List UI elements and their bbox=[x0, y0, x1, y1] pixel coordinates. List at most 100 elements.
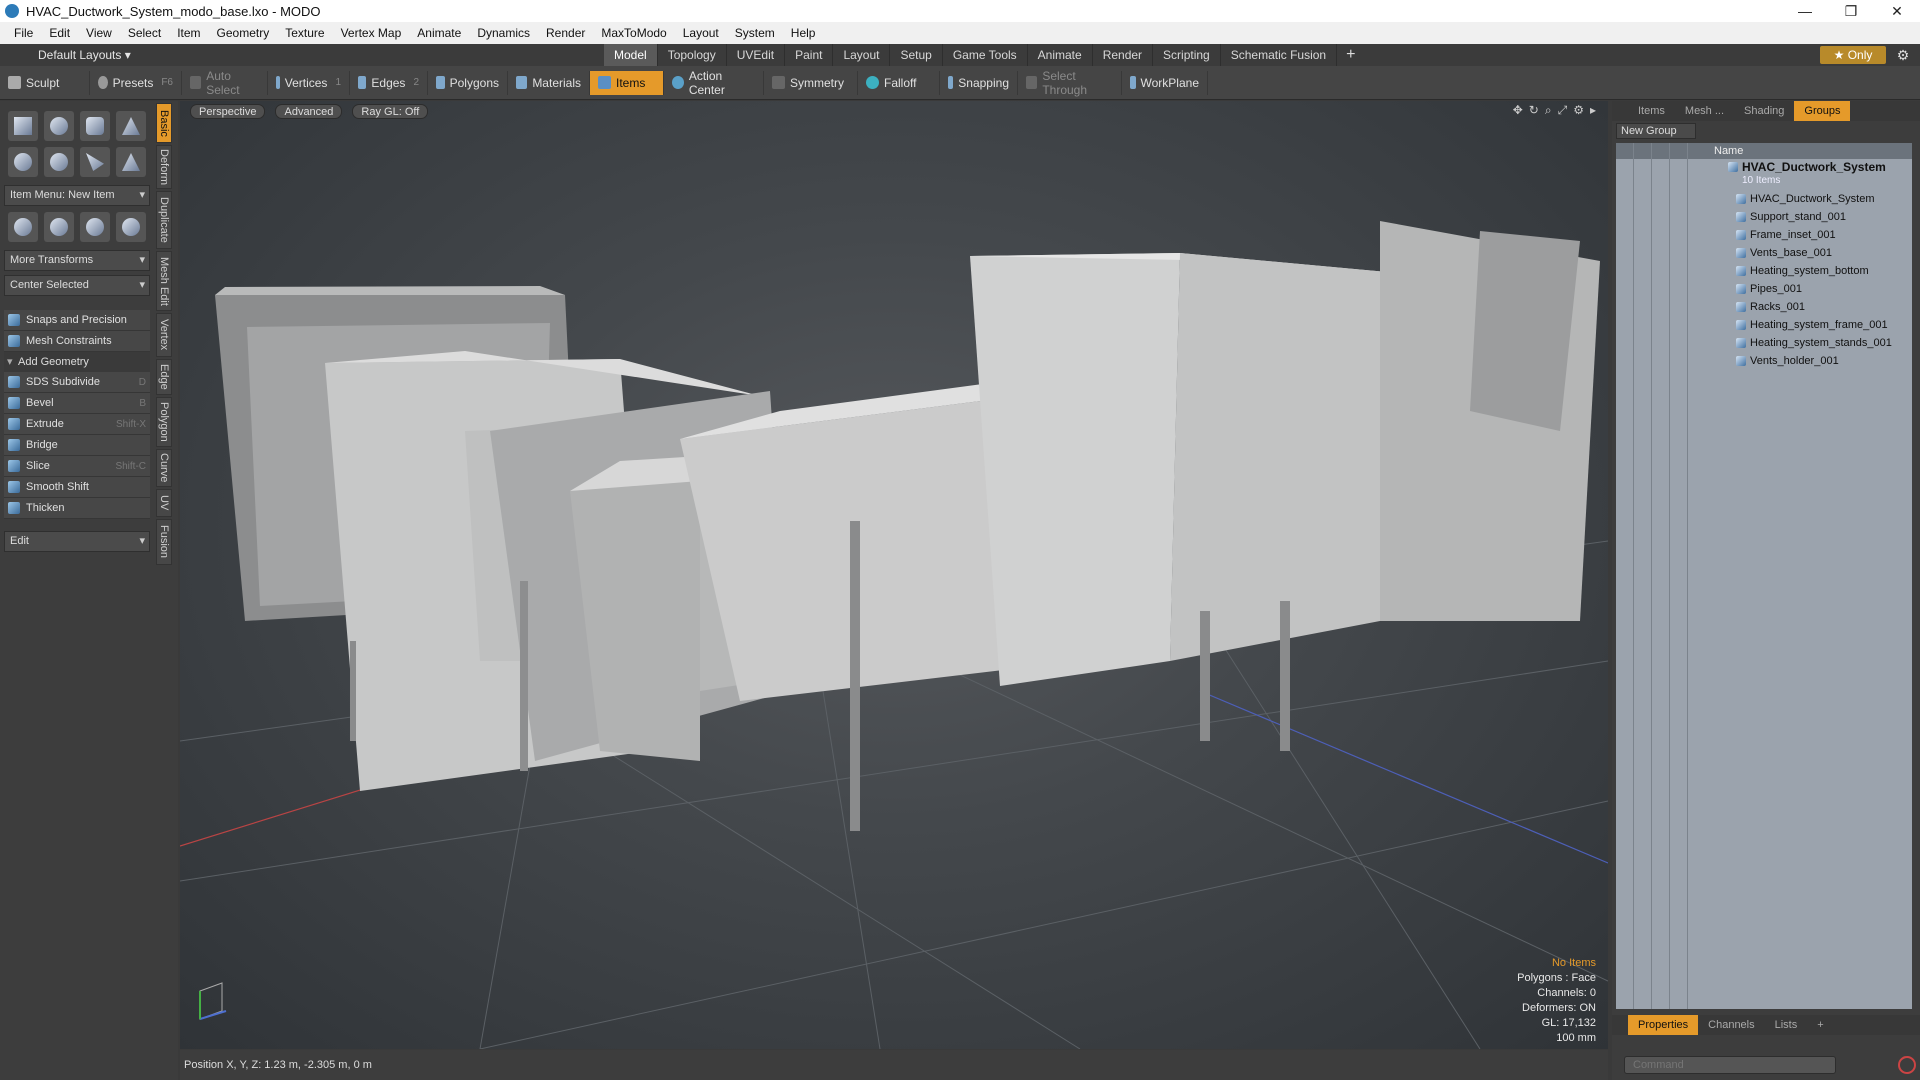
snaps-precision-row[interactable]: Snaps and Precision bbox=[4, 310, 150, 331]
group-item-1[interactable]: HVAC_Ductwork_System bbox=[1736, 191, 1875, 207]
menu-view[interactable]: View bbox=[78, 26, 120, 40]
cylinder-primitive-button[interactable] bbox=[80, 111, 110, 141]
sphere-primitive-button[interactable] bbox=[44, 111, 74, 141]
lock-column[interactable] bbox=[1652, 143, 1670, 1009]
tool-slice[interactable]: Slice Shift-C bbox=[4, 456, 150, 477]
tab-items[interactable]: Items bbox=[1628, 101, 1675, 121]
command-stop-icon[interactable] bbox=[1898, 1056, 1916, 1074]
tab-properties[interactable]: Properties bbox=[1628, 1015, 1699, 1035]
auto-select-button[interactable]: Auto Select bbox=[182, 69, 268, 97]
menu-dynamics[interactable]: Dynamics bbox=[469, 26, 538, 40]
raygl-toggle[interactable]: Ray GL: Off bbox=[352, 103, 429, 119]
fit-icon[interactable]: ⤢ bbox=[1558, 103, 1568, 118]
cone-primitive-button[interactable] bbox=[116, 111, 146, 141]
render-column[interactable] bbox=[1634, 143, 1652, 1009]
hvac-model[interactable] bbox=[215, 221, 1600, 831]
torus-primitive-button[interactable] bbox=[8, 147, 38, 177]
group-item-8[interactable]: Heating_system_frame_001 bbox=[1736, 317, 1888, 333]
tab-schematic-fusion[interactable]: Schematic Fusion bbox=[1221, 44, 1338, 66]
group-item-4[interactable]: Vents_base_001 bbox=[1736, 245, 1832, 261]
pen-primitive-button[interactable] bbox=[80, 147, 110, 177]
advanced-selector[interactable]: Advanced bbox=[275, 103, 343, 119]
capsule-primitive-button[interactable] bbox=[44, 147, 74, 177]
tab-game-tools[interactable]: Game Tools bbox=[943, 44, 1028, 66]
more-transforms-dropdown[interactable]: More Transforms bbox=[4, 250, 150, 271]
scale-tool-button[interactable] bbox=[80, 212, 110, 242]
tool-bevel[interactable]: Bevel B bbox=[4, 393, 150, 414]
group-item-6[interactable]: Pipes_001 bbox=[1736, 281, 1802, 297]
snapping-button[interactable]: Snapping bbox=[940, 70, 1018, 95]
edges-button[interactable]: Edges 2 bbox=[350, 70, 428, 95]
menu-edit[interactable]: Edit bbox=[41, 26, 78, 40]
tab-channels[interactable]: Channels bbox=[1698, 1015, 1764, 1035]
group-item-7[interactable]: Racks_001 bbox=[1736, 299, 1805, 315]
layout-selector[interactable]: Default Layouts ▾ bbox=[38, 48, 131, 62]
minimize-button[interactable]: — bbox=[1782, 0, 1828, 22]
workplane-button[interactable]: WorkPlane bbox=[1122, 70, 1208, 95]
vertices-button[interactable]: Vertices 1 bbox=[268, 70, 350, 95]
menu-maxtomodo[interactable]: MaxToModo bbox=[593, 26, 674, 40]
group-item-2[interactable]: Support_stand_001 bbox=[1736, 209, 1846, 225]
cube-primitive-button[interactable] bbox=[8, 111, 38, 141]
tool-extrude[interactable]: Extrude Shift-X bbox=[4, 414, 150, 435]
menu-vertex-map[interactable]: Vertex Map bbox=[333, 26, 410, 40]
menu-animate[interactable]: Animate bbox=[409, 26, 469, 40]
materials-button[interactable]: Materials bbox=[508, 70, 590, 95]
group-item-3[interactable]: Frame_inset_001 bbox=[1736, 227, 1836, 243]
orbit-icon[interactable]: ↻ bbox=[1529, 103, 1539, 118]
rotate-tool-button[interactable] bbox=[44, 212, 74, 242]
center-selected-dropdown[interactable]: Center Selected bbox=[4, 275, 150, 296]
new-group-button[interactable]: New Group bbox=[1616, 123, 1696, 139]
name-column-header[interactable]: Name bbox=[1714, 145, 1743, 157]
vtab-uv[interactable]: UV bbox=[156, 489, 172, 517]
tab-uvedit[interactable]: UVEdit bbox=[727, 44, 786, 66]
polygons-button[interactable]: Polygons bbox=[428, 70, 508, 95]
tool-thicken[interactable]: Thicken bbox=[4, 498, 150, 519]
presets-button[interactable]: Presets F6 bbox=[90, 70, 182, 95]
tab-mesh[interactable]: Mesh ... bbox=[1675, 101, 1734, 121]
sculpt-button[interactable]: Sculpt bbox=[0, 70, 90, 95]
gear-icon[interactable]: ⚙ bbox=[1893, 46, 1913, 64]
3d-viewport[interactable]: Perspective Advanced Ray GL: Off ✥ ↻ ⌕ ⤢… bbox=[180, 101, 1608, 1049]
add-properties-tab-button[interactable]: + bbox=[1807, 1015, 1833, 1035]
text-primitive-button[interactable] bbox=[116, 147, 146, 177]
add-geometry-section[interactable]: Add Geometry bbox=[4, 352, 150, 372]
vtab-edge[interactable]: Edge bbox=[156, 359, 172, 395]
group-item-5[interactable]: Heating_system_bottom bbox=[1736, 263, 1869, 279]
command-input[interactable] bbox=[1624, 1056, 1836, 1074]
vtab-polygon[interactable]: Polygon bbox=[156, 397, 172, 447]
tool-bridge[interactable]: Bridge bbox=[4, 435, 150, 456]
tab-scripting[interactable]: Scripting bbox=[1153, 44, 1221, 66]
tab-animate[interactable]: Animate bbox=[1028, 44, 1093, 66]
tab-layout[interactable]: Layout bbox=[833, 44, 891, 66]
vtab-mesh-edit[interactable]: Mesh Edit bbox=[156, 251, 172, 311]
menu-select[interactable]: Select bbox=[120, 26, 169, 40]
tab-lists[interactable]: Lists bbox=[1765, 1015, 1808, 1035]
perspective-selector[interactable]: Perspective bbox=[190, 103, 266, 119]
viewport-menu-icon[interactable]: ▸ bbox=[1590, 103, 1596, 118]
move-tool-button[interactable] bbox=[8, 212, 38, 242]
transform-tool-button[interactable] bbox=[116, 212, 146, 242]
items-button[interactable]: Items bbox=[590, 70, 664, 95]
item-menu-dropdown[interactable]: Item Menu: New Item bbox=[4, 185, 150, 206]
falloff-button[interactable]: Falloff bbox=[858, 70, 940, 95]
close-button[interactable]: ✕ bbox=[1874, 0, 1920, 22]
tab-setup[interactable]: Setup bbox=[890, 44, 943, 66]
select-column[interactable] bbox=[1670, 143, 1688, 1009]
symmetry-button[interactable]: Symmetry bbox=[764, 70, 858, 95]
group-item-10[interactable]: Vents_holder_001 bbox=[1736, 353, 1839, 369]
vtab-vertex[interactable]: Vertex bbox=[156, 313, 172, 357]
viewport-settings-icon[interactable]: ⚙ bbox=[1573, 103, 1584, 118]
menu-geometry[interactable]: Geometry bbox=[209, 26, 278, 40]
menu-help[interactable]: Help bbox=[783, 26, 824, 40]
menu-file[interactable]: File bbox=[6, 26, 41, 40]
select-through-button[interactable]: Select Through bbox=[1018, 69, 1122, 97]
zoom-icon[interactable]: ⌕ bbox=[1545, 103, 1552, 118]
tool-sds-subdivide[interactable]: SDS Subdivide D bbox=[4, 372, 150, 393]
action-center-button[interactable]: Action Center bbox=[664, 69, 764, 97]
pan-icon[interactable]: ✥ bbox=[1513, 103, 1523, 118]
visibility-column[interactable] bbox=[1616, 143, 1634, 1009]
vtab-duplicate[interactable]: Duplicate bbox=[156, 191, 172, 249]
maximize-button[interactable]: ❐ bbox=[1828, 0, 1874, 22]
group-item-9[interactable]: Heating_system_stands_001 bbox=[1736, 335, 1892, 351]
